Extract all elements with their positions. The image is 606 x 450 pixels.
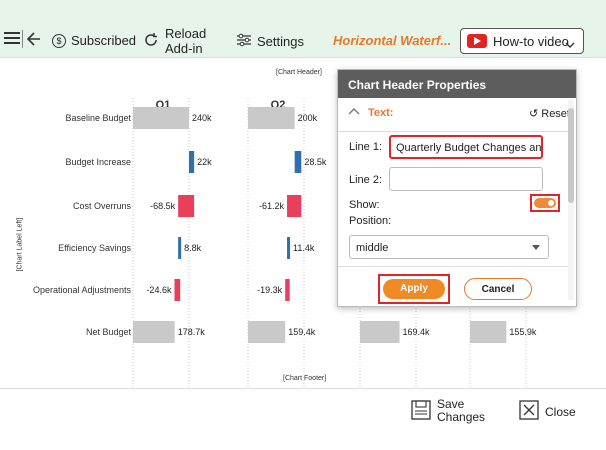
position-label: Position: <box>349 215 392 227</box>
data-label: -61.2k <box>259 201 285 211</box>
chart-type-title: Horizontal Waterf... <box>333 33 452 48</box>
waterfall-bar <box>178 237 182 259</box>
category-label: Efficiency Savings <box>58 243 131 253</box>
data-label: 200k <box>298 113 318 123</box>
panel-scrollbar-thumb[interactable] <box>568 108 574 203</box>
data-label: -19.3k <box>257 285 283 295</box>
save-changes-button[interactable]: Save Changes <box>411 398 485 424</box>
reload-addin-button[interactable]: Reload Add-in <box>143 26 206 56</box>
undo-icon: ↺ <box>528 108 539 120</box>
data-label: 22k <box>197 157 212 167</box>
chart-footer-placeholder[interactable]: [Chart Footer] <box>283 375 326 382</box>
text-section-label: Text: <box>368 107 394 119</box>
youtube-icon <box>467 34 487 48</box>
dollar-icon: $ <box>52 33 66 48</box>
panel-divider-bottom <box>338 266 568 267</box>
close-icon <box>519 400 539 423</box>
category-label: Cost Overruns <box>73 201 132 211</box>
show-toggle[interactable] <box>534 198 556 208</box>
waterfall-bar <box>248 107 295 129</box>
line1-input[interactable]: Quarterly Budget Changes and <box>389 135 543 159</box>
reset-button[interactable]: ↺ Reset <box>529 107 570 120</box>
apply-button-highlight: Apply <box>378 274 450 304</box>
how-to-video-label: How-to video <box>493 33 569 49</box>
data-label: 11.4k <box>293 243 315 253</box>
waterfall-bar <box>248 321 286 343</box>
save-disk-icon <box>411 399 431 423</box>
data-label: 240k <box>192 113 212 123</box>
data-label: -68.5k <box>150 201 176 211</box>
data-label: 169.4k <box>403 327 431 337</box>
subscribed-button[interactable]: $ Subscribed <box>52 33 136 48</box>
waterfall-bar <box>294 151 302 173</box>
chart-header-placeholder[interactable]: [Chart Header] <box>276 69 322 76</box>
apply-button[interactable]: Apply <box>383 279 445 299</box>
data-label: 8.8k <box>184 243 202 253</box>
hamburger-menu-icon[interactable] <box>4 31 20 45</box>
waterfall-bar <box>287 237 291 259</box>
waterfall-bar <box>470 321 507 343</box>
settings-label: Settings <box>257 34 304 49</box>
line1-label: Line 1: <box>349 141 383 153</box>
chart-label-left-placeholder[interactable]: [Chart Label Left] <box>17 212 24 272</box>
position-select[interactable]: middle <box>349 235 549 259</box>
chevron-up-icon[interactable] <box>348 106 360 118</box>
cancel-button[interactable]: Cancel <box>464 278 532 300</box>
settings-button[interactable]: Settings <box>236 33 304 50</box>
sliders-icon <box>236 33 252 50</box>
text-section-header[interactable]: Text: ↺ Reset <box>346 106 570 124</box>
waterfall-bar <box>285 279 290 301</box>
how-to-video-dropdown[interactable]: How-to video <box>460 28 584 54</box>
data-label: 178.7k <box>178 327 206 337</box>
waterfall-bar <box>178 195 195 217</box>
chart-header-properties-panel: Chart Header Properties Text: ↺ Reset Li… <box>337 69 577 307</box>
panel-scrollbar[interactable] <box>568 100 574 300</box>
waterfall-bar <box>133 321 175 343</box>
subscribed-label: Subscribed <box>71 33 137 48</box>
line2-label: Line 2: <box>349 174 383 186</box>
reload-label-line2: Add-in <box>165 41 203 56</box>
data-label: 159.4k <box>288 327 316 337</box>
reset-label: Reset <box>541 108 570 120</box>
panel-title: Chart Header Properties <box>338 70 576 98</box>
category-label: Net Budget <box>86 327 132 337</box>
back-arrow-icon[interactable] <box>27 32 41 46</box>
data-label: -24.6k <box>146 285 172 295</box>
waterfall-bar <box>287 195 302 217</box>
close-button[interactable]: Close <box>519 400 576 423</box>
app-root: $ Subscribed Reload Add-in Settings Hori… <box>0 0 606 450</box>
panel-divider <box>338 131 568 132</box>
data-label: 28.5k <box>304 157 327 167</box>
reload-label-line1: Reload <box>165 26 207 41</box>
waterfall-bar <box>174 279 181 301</box>
data-label: 155.9k <box>509 327 537 337</box>
waterfall-bar <box>360 321 400 343</box>
chevron-down-icon <box>565 37 575 52</box>
toolbar-divider <box>22 30 23 48</box>
close-label: Close <box>545 404 576 419</box>
category-label: Operational Adjustments <box>33 285 132 295</box>
category-label: Baseline Budget <box>65 113 131 123</box>
toolbar: $ Subscribed Reload Add-in Settings Hori… <box>0 0 606 58</box>
waterfall-bar <box>189 151 195 173</box>
caret-down-icon <box>532 245 540 250</box>
save-label-line2: Changes <box>437 410 486 424</box>
show-toggle-highlight <box>530 194 560 212</box>
show-label: Show: <box>349 199 380 211</box>
reload-icon <box>143 32 159 51</box>
line2-input[interactable] <box>389 167 543 191</box>
category-label: Budget Increase <box>65 157 131 167</box>
position-select-value: middle <box>356 242 389 254</box>
waterfall-bar <box>133 107 189 129</box>
footer-bar: Save Changes Close <box>0 388 606 428</box>
